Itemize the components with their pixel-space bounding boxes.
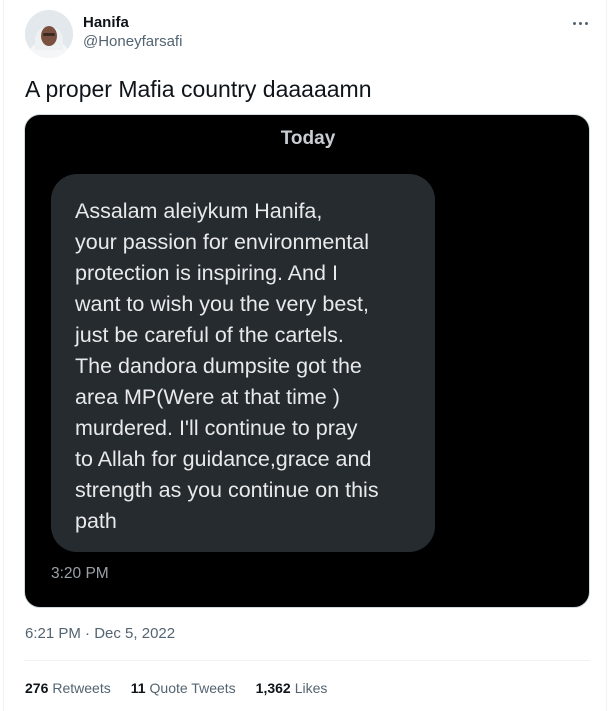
message-text: Assalam aleiykum Hanifa, your passion fo…: [75, 199, 379, 533]
likes-label: Likes: [294, 680, 328, 696]
author-handle[interactable]: @Honeyfarsafi: [83, 32, 182, 52]
retweets-stat[interactable]: 276 Retweets: [25, 678, 111, 698]
retweets-count: 276: [25, 680, 49, 696]
tweet-text: A proper Mafia country daaaaamn: [25, 76, 372, 102]
message-bubble: Assalam aleiykum Hanifa, your passion fo…: [51, 174, 435, 552]
quote-tweets-count: 11: [130, 680, 146, 696]
more-options-icon[interactable]: [565, 10, 595, 36]
tweet-time[interactable]: 6:21 PM: [25, 625, 81, 642]
divider: [24, 660, 590, 661]
tweet-media-image[interactable]: Today Assalam aleiykum Hanifa, your pass…: [24, 114, 590, 608]
retweets-label: Retweets: [52, 680, 111, 696]
avatar[interactable]: [25, 10, 73, 58]
message-time: 3:20 PM: [51, 565, 109, 582]
quote-tweets-label: Quote Tweets: [149, 680, 236, 696]
likes-stat[interactable]: 1,362 Likes: [256, 678, 328, 698]
engagement-stats: 276 Retweets 11 Quote Tweets 1,362 Likes: [25, 678, 327, 698]
author-names: Hanifa @Honeyfarsafi: [83, 14, 182, 52]
author-display-name[interactable]: Hanifa: [83, 14, 182, 32]
tweet-header: Hanifa @Honeyfarsafi: [25, 10, 595, 60]
tweet-date[interactable]: Dec 5, 2022: [94, 625, 175, 642]
likes-count: 1,362: [255, 680, 291, 696]
tweet-timestamp: 6:21 PM · Dec 5, 2022: [25, 624, 175, 644]
chat-day-label: Today: [280, 128, 336, 149]
tweet-container: Hanifa @Honeyfarsafi A proper Mafia coun…: [3, 0, 607, 711]
avatar-image: [25, 10, 73, 58]
timestamp-separator: ·: [85, 625, 91, 642]
quote-tweets-stat[interactable]: 11 Quote Tweets: [131, 678, 236, 698]
